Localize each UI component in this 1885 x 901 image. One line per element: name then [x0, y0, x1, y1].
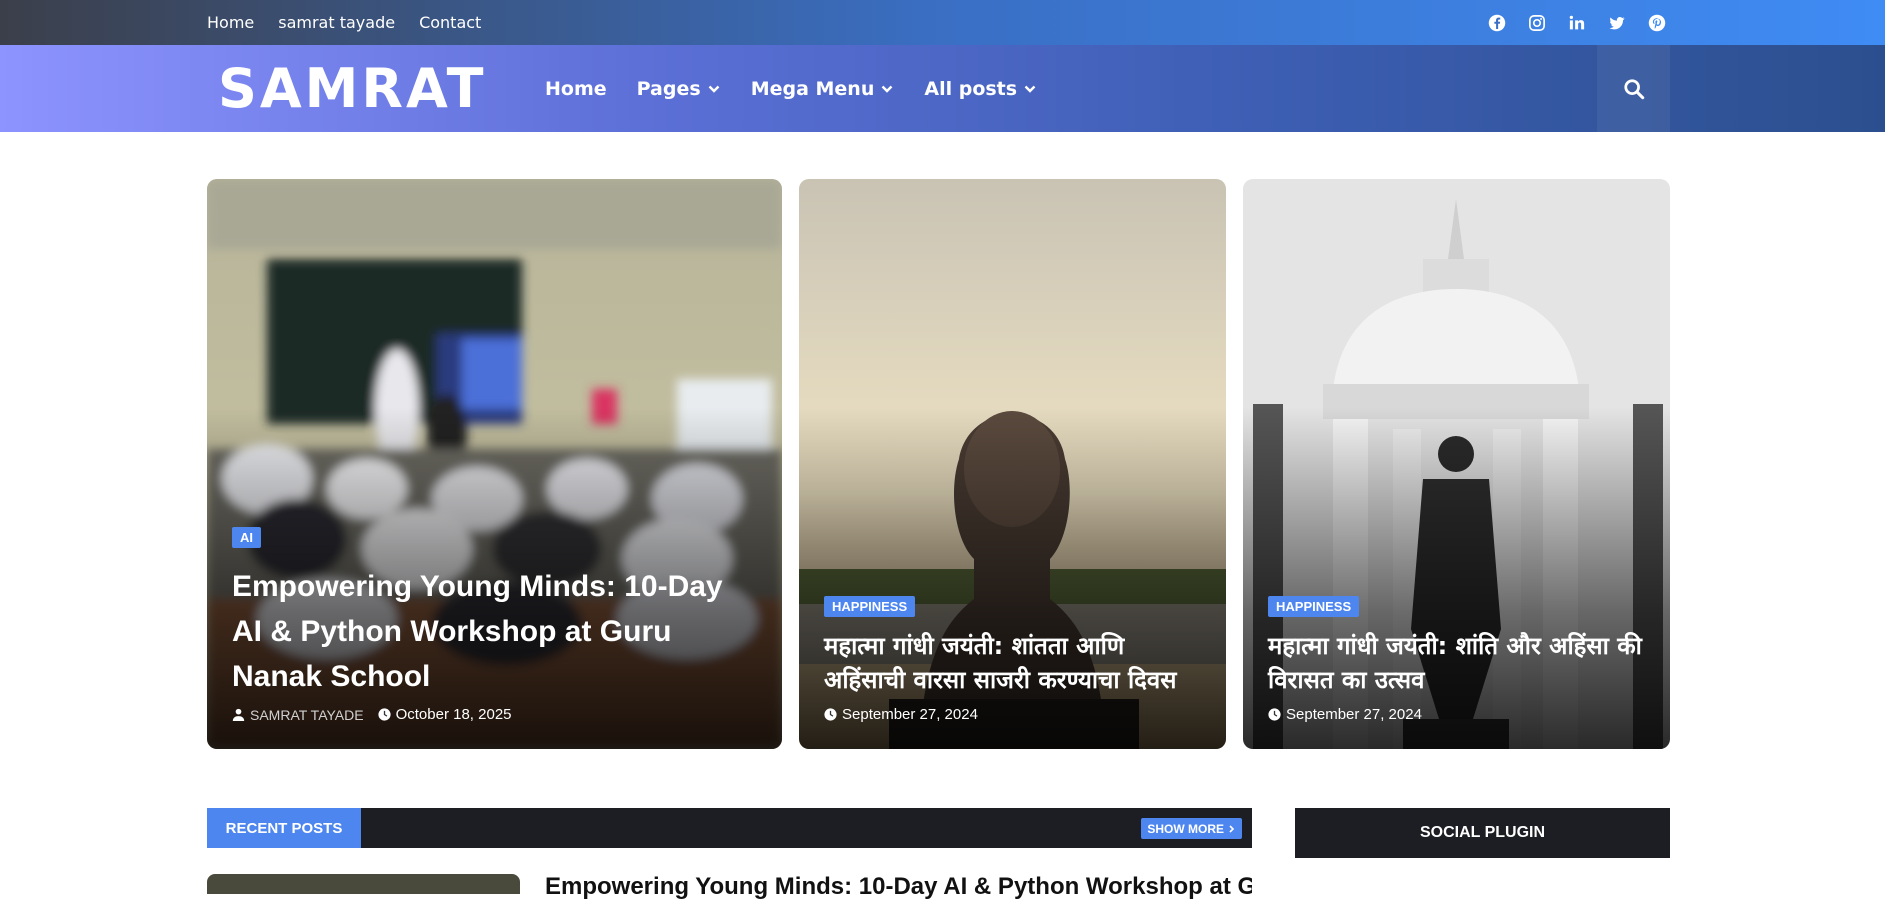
post-thumbnail[interactable]: [207, 874, 520, 894]
menu-item-label: Mega Menu: [750, 77, 875, 100]
date-text: September 27, 2024: [842, 706, 978, 723]
menu-item-mega-menu[interactable]: Mega Menu: [751, 78, 895, 100]
top-link-home[interactable]: Home: [207, 13, 254, 32]
social-links: [1487, 0, 1667, 45]
featured-title[interactable]: महात्मा गांधी जयंती: शांतता आणि अहिंसाची…: [824, 629, 1201, 697]
clock-icon: [378, 708, 391, 721]
top-link-samrat-tayade[interactable]: samrat tayade: [278, 13, 395, 32]
post-meta: September 27, 2024: [1268, 706, 1422, 723]
pinterest-icon[interactable]: [1647, 13, 1667, 33]
author-name: SAMRAT TAYADE: [250, 706, 364, 723]
post-date: September 27, 2024: [1268, 706, 1422, 723]
menu-item-label: Pages: [636, 77, 701, 100]
show-more-button[interactable]: SHOW MORE: [1141, 818, 1242, 839]
category-tag[interactable]: AI: [232, 527, 261, 548]
site-logo[interactable]: SAMRAT: [218, 61, 486, 117]
top-link-contact[interactable]: Contact: [419, 13, 481, 32]
featured-card[interactable]: AI Empowering Young Minds: 10-Day AI & P…: [207, 179, 782, 749]
category-tag[interactable]: HAPPINESS: [824, 596, 916, 617]
date-text: September 27, 2024: [1286, 706, 1422, 723]
chevron-right-icon: [1229, 824, 1235, 833]
facebook-icon[interactable]: [1487, 13, 1507, 33]
menu-item-label: Home: [545, 77, 607, 100]
post-title[interactable]: Empowering Young Minds: 10-Day AI & Pyth…: [545, 873, 1252, 901]
menu-item-all-posts[interactable]: All posts: [924, 78, 1037, 100]
category-tag[interactable]: HAPPINESS: [1268, 596, 1360, 617]
post-meta: September 27, 2024: [824, 706, 978, 723]
chevron-down-icon: [708, 85, 720, 93]
image-overlay: [1243, 407, 1670, 749]
show-more-label: SHOW MORE: [1147, 821, 1224, 836]
chevron-down-icon: [1024, 85, 1036, 93]
post-date: September 27, 2024: [824, 706, 978, 723]
featured-card[interactable]: HAPPINESS महात्मा गांधी जयंती: शांतता आण…: [799, 179, 1226, 749]
date-text: October 18, 2025: [395, 706, 512, 723]
search-button[interactable]: [1597, 45, 1670, 132]
search-icon: [1623, 78, 1644, 99]
post-meta: SAMRAT TAYADE October 18, 2025: [232, 706, 512, 723]
section-title: RECENT POSTS: [207, 808, 361, 848]
menu-item-label: All posts: [924, 77, 1018, 100]
menu-item-pages[interactable]: Pages: [637, 78, 721, 100]
menu-item-home[interactable]: Home: [545, 78, 607, 100]
image-overlay: [799, 407, 1226, 749]
chevron-down-icon: [882, 85, 893, 93]
user-icon: [232, 708, 245, 721]
post-author[interactable]: SAMRAT TAYADE: [232, 707, 364, 723]
twitter-icon[interactable]: [1607, 13, 1627, 33]
featured-title[interactable]: महात्मा गांधी जयंती: शांति और अहिंसा की …: [1268, 629, 1645, 697]
clock-icon: [1268, 708, 1281, 721]
recent-posts-header: RECENT POSTS SHOW MORE: [207, 808, 1252, 848]
featured-title[interactable]: Empowering Young Minds: 10-Day AI & Pyth…: [232, 564, 757, 699]
social-plugin-header: SOCIAL PLUGIN: [1295, 808, 1670, 858]
instagram-icon[interactable]: [1527, 13, 1547, 33]
top-bar: Home samrat tayade Contact: [0, 0, 1885, 45]
main-navbar: SAMRAT Home Pages Mega Menu All posts: [0, 45, 1885, 132]
featured-card[interactable]: HAPPINESS महात्मा गांधी जयंती: शांति और …: [1243, 179, 1670, 749]
clock-icon: [824, 708, 837, 721]
post-date: October 18, 2025: [378, 706, 512, 723]
top-links: Home samrat tayade Contact: [207, 0, 481, 45]
main-menu: Home Pages Mega Menu All posts: [545, 45, 1037, 132]
linkedin-icon[interactable]: [1567, 13, 1587, 33]
